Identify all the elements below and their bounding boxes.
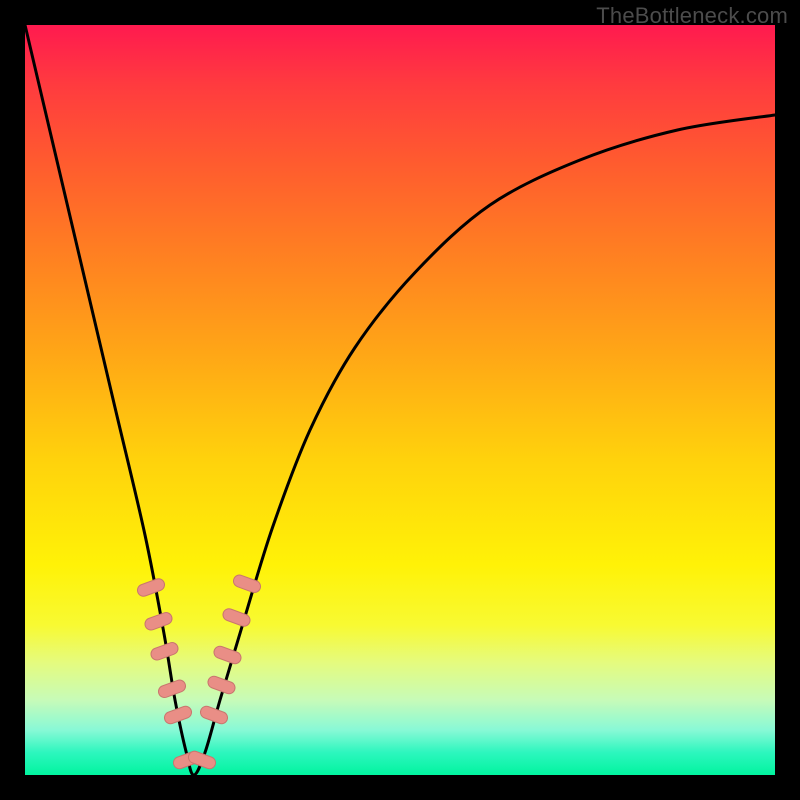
- highlight-marker: [136, 577, 166, 598]
- highlight-marker: [187, 750, 217, 771]
- plot-area: [25, 25, 775, 775]
- watermark-text: TheBottleneck.com: [596, 3, 788, 29]
- highlight-markers-group: [136, 573, 262, 770]
- bottleneck-curve-svg: [25, 25, 775, 775]
- highlight-marker: [212, 645, 242, 666]
- bottleneck-curve-path: [25, 25, 775, 775]
- chart-frame: TheBottleneck.com: [0, 0, 800, 800]
- highlight-marker: [143, 611, 173, 632]
